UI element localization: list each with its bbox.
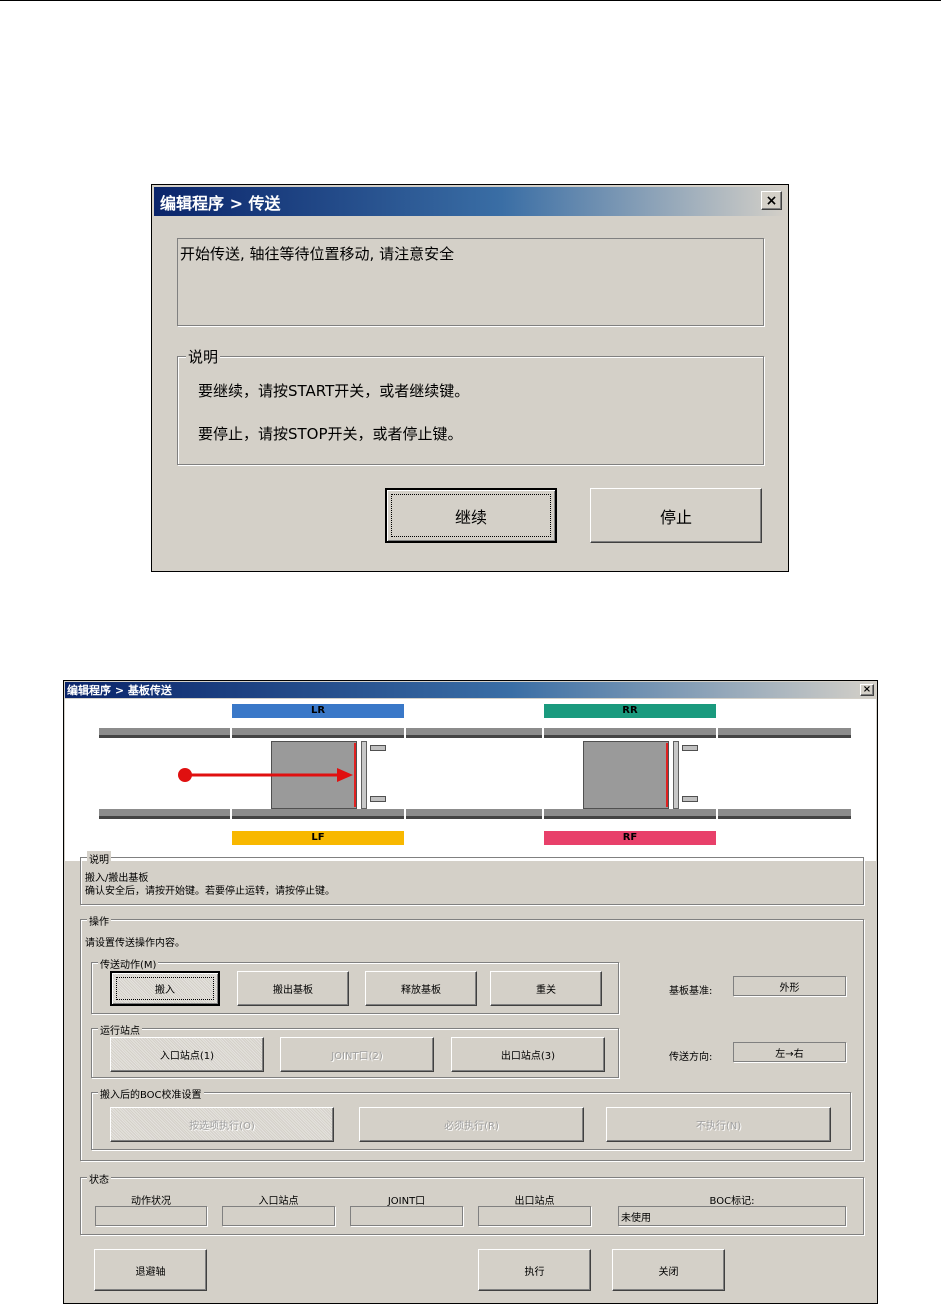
entrance-station-button[interactable]: 入口站点(1) [110,1037,264,1072]
dialog-title-bar[interactable]: 编辑程序 > 传送 [154,187,786,216]
boc-calibration-label: 搬入后的BOC校准设置 [98,1086,204,1101]
run-station-group: 运行站点 入口站点(1) JOINT口(2) 出口站点(3) [91,1022,619,1078]
board-right-station [583,741,669,809]
entrance-station-button-label: 入口站点(1) [159,1051,215,1062]
status-group: 状态 动作状况 入口站点 JOINT口 出口站点 BOC标记: 未使用 [80,1171,864,1235]
execute-button-label: 执行 [524,1266,545,1278]
exit-station-button-label: 出口站点(3) [500,1051,556,1062]
boc-not-execute-button-label: 不执行(N) [695,1121,742,1132]
rail-top-2 [232,728,404,738]
dialog-title: 编辑程序 > 传送 [160,193,281,213]
explanation-group-label: 说明 [87,851,111,866]
status-boc-field: 未使用 [618,1206,846,1226]
rail-top-5 [718,728,851,738]
transfer-direction-label: 传送方向: [669,1052,713,1063]
boc-must-execute-button[interactable]: 必须执行(R) [359,1107,584,1142]
close-button[interactable]: 关闭 [612,1249,725,1291]
transfer-confirm-dialog: 编辑程序 > 传送 × 开始传送, 轴往等待位置移动, 请注意安全 说明 要继续… [151,184,789,572]
status-col-exit: 出口站点 [514,1196,555,1207]
zone-lf-label: LF [232,831,404,845]
status-col-boc: BOC标记: [709,1196,755,1207]
status-col-entrance: 入口站点 [258,1196,299,1207]
zone-rf-label: RF [544,831,716,845]
rail-bottom-4 [544,809,716,819]
rail-top-4 [544,728,716,738]
boc-not-execute-button[interactable]: 不执行(N) [606,1107,831,1142]
rail-bottom-2 [232,809,404,819]
status-joint-field [350,1206,463,1226]
rail-bottom-1 [99,809,230,819]
stopper-right-bottom [682,796,698,802]
operation-group-label: 操作 [87,913,111,928]
boc-by-option-button-label: 按选项执行(O) [189,1121,255,1132]
status-action-field [95,1206,207,1226]
stopper-left-bottom [370,796,386,802]
joint-port-button[interactable]: JOINT口(2) [280,1037,434,1072]
board-reference-field: 外形 [733,976,846,996]
close-button-label: 关闭 [658,1266,679,1278]
status-col-action: 动作状况 [131,1196,171,1207]
run-station-label: 运行站点 [98,1022,142,1037]
boc-calibration-group: 搬入后的BOC校准设置 按选项执行(O) 必须执行(R) 不执行(N) [91,1086,851,1150]
transfer-direction-arrow-icon [178,768,353,782]
explanation-group: 说明 搬入/搬出基板 确认安全后，请按开始键。若要停止运转，请按停止键。 [80,851,864,905]
explanation-line-2: 确认安全后，请按开始键。若要停止运转，请按停止键。 [85,886,335,897]
stopper-post-right [673,741,679,809]
status-entrance-field [222,1206,335,1226]
board-reference-label: 基板基准: [669,986,713,997]
rail-top-3 [406,728,542,738]
dialog-title: 编辑程序 > 基板传送 [67,684,172,697]
transfer-action-label: 传送动作(M) [98,956,159,971]
status-exit-field [478,1206,591,1226]
message-text: 开始传送, 轴往等待位置移动, 请注意安全 [180,245,455,263]
release-board-button[interactable]: 释放基板 [365,971,477,1006]
stopper-right-top [682,745,698,751]
joint-port-button-label: JOINT口(2) [331,1051,383,1062]
stop-button-label: 停止 [659,507,692,527]
reset-button[interactable]: 重关 [490,971,602,1006]
transfer-action-group: 传送动作(M) 搬入 搬出基板 释放基板 重关 [91,956,619,1014]
boc-must-execute-button-label: 必须执行(R) [444,1121,499,1132]
stop-button[interactable]: 停止 [590,488,762,543]
status-group-label: 状态 [87,1171,111,1186]
explanation-line-stop: 要停止，请按STOP开关，或者停止键。 [198,425,463,443]
rail-bottom-3 [406,809,542,819]
load-in-button[interactable]: 搬入 [110,971,220,1006]
board-edge-right [666,743,668,807]
dialog-title-bar[interactable]: 编辑程序 > 基板传送 [65,682,876,698]
unload-board-button-label: 搬出基板 [273,985,313,996]
transfer-direction-field: 左→右 [733,1042,846,1062]
focus-rect [391,494,551,537]
zone-lr-label: LR [232,704,404,718]
unload-board-button[interactable]: 搬出基板 [237,971,349,1006]
conveyor-diagram: LR RR LF RF [65,699,876,861]
rail-top-1 [99,728,230,738]
message-box: 开始传送, 轴往等待位置移动, 请注意安全 [177,238,764,326]
retreat-axis-button-label: 退避轴 [135,1266,166,1278]
operation-group: 操作 请设置传送操作内容。 传送动作(M) 搬入 搬出基板 释放基板 重关 基板… [80,913,864,1161]
continue-button[interactable]: 继续 [385,488,557,543]
release-board-button-label: 释放基板 [401,985,441,996]
retreat-axis-button[interactable]: 退避轴 [94,1249,207,1291]
status-col-joint: JOINT口 [387,1196,426,1207]
close-icon[interactable]: × [761,191,782,210]
stopper-left-top [370,745,386,751]
focus-rect [116,977,214,1000]
explanation-line-continue: 要继续，请按START开关，或者继续键。 [198,382,470,400]
execute-button[interactable]: 执行 [478,1249,591,1291]
operation-prompt: 请设置传送操作内容。 [85,938,185,949]
reset-button-label: 重关 [536,985,556,996]
rail-bottom-5 [718,809,851,819]
board-transfer-dialog: 编辑程序 > 基板传送 × LR RR LF RF 说明 搬入/搬出基板 确认安… [63,680,878,1304]
explanation-group-label: 说明 [186,346,221,367]
explanation-group: 说明 要继续，请按START开关，或者继续键。 要停止，请按STOP开关，或者停… [177,346,764,465]
zone-rr-label: RR [544,704,716,718]
page-top-rule [0,0,941,1]
close-icon[interactable]: × [860,684,874,696]
exit-station-button[interactable]: 出口站点(3) [451,1037,605,1072]
boc-by-option-button[interactable]: 按选项执行(O) [110,1107,334,1142]
